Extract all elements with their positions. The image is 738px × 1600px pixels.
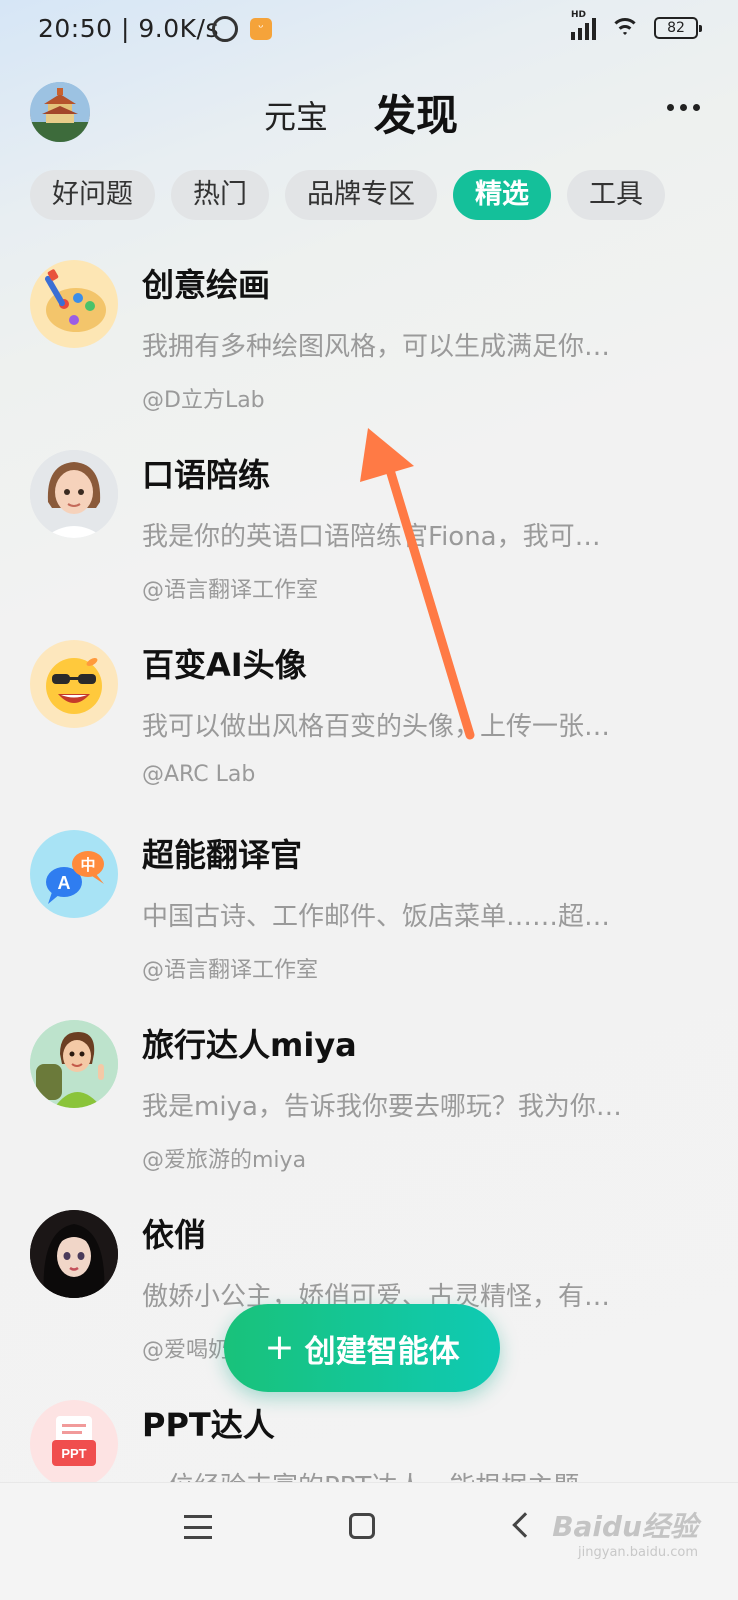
alarm-icon [212,16,238,42]
tab-tools[interactable]: 工具 [567,170,665,220]
item-description: 我可以做出风格百变的头像，上传一张… [142,712,611,742]
item-title: 旅行达人miya [142,1026,357,1064]
pagoda-avatar-icon [30,82,90,142]
tab-featured[interactable]: 精选 [453,170,551,220]
status-bar: 20:50 | 9.0K/s ᵕ HD 82 [0,0,738,64]
header: 元宝 发现 [0,78,738,144]
app-notification-icon: ᵕ [250,18,272,40]
list-item[interactable]: 旅行达人miya 我是miya，告诉我你要去哪玩？我为你… @爱旅游的miya [0,1018,738,1208]
list-item[interactable]: 创意绘画 我拥有多种绘图风格，可以生成满足你… @D立方Lab [0,258,738,448]
menu-icon[interactable] [184,1515,212,1539]
create-agent-button[interactable]: + 创建智能体 [224,1304,500,1392]
item-description: 我拥有多种绘图风格，可以生成满足你… [142,332,611,362]
more-icon[interactable] [667,104,700,111]
back-icon[interactable] [512,1512,538,1538]
item-author: @语言翻译工作室 [142,958,319,983]
signal-icon: HD [571,10,596,40]
battery-icon: 82 [654,17,702,39]
item-author: @爱喝奶 [142,1338,231,1363]
ppt-icon: PPT [30,1400,118,1488]
tab-good-questions[interactable]: 好问题 [30,170,155,220]
home-icon[interactable] [349,1513,375,1539]
tab-brand-zone[interactable]: 品牌专区 [285,170,437,220]
status-time: 20:50 | 9.0K/s [38,14,219,43]
item-title: 超能翻译官 [142,836,303,874]
item-title: 依俏 [142,1216,207,1254]
list-item[interactable]: 口语陪练 我是你的英语口语陪练官Fiona，我可… @语言翻译工作室 [0,448,738,638]
item-description: 我是miya，告诉我你要去哪玩？我为你… [142,1092,622,1122]
avatar[interactable] [30,82,90,142]
girl-avatar-icon [30,450,118,538]
svg-text:PPT: PPT [61,1446,86,1461]
wifi-icon [610,16,640,40]
yuanbao-label[interactable]: 元宝 [264,92,328,138]
item-title: 创意绘画 [142,266,271,304]
watermark: Baidu经验 jingyan.baidu.com [552,1510,698,1560]
system-nav-bar: Baidu经验 jingyan.baidu.com [0,1482,738,1600]
item-author: @D立方Lab [142,388,265,413]
sunglasses-emoji-icon [30,640,118,728]
item-title: 口语陪练 [142,456,271,494]
plus-icon: + [264,1327,295,1368]
item-author: @ARC Lab [142,762,256,787]
item-title: PPT达人 [142,1406,275,1444]
item-author: @爱旅游的miya [142,1148,307,1173]
list-item[interactable]: A 中 超能翻译官 中国古诗、工作邮件、饭店菜单……超… @语言翻译工作室 [0,828,738,1018]
translate-bubbles-icon: A 中 [30,830,118,918]
item-description: 我是你的英语口语陪练官Fiona，我可… [142,522,601,552]
princess-avatar-icon [30,1210,118,1298]
list-item[interactable]: 百变AI头像 我可以做出风格百变的头像，上传一张… @ARC Lab [0,638,738,828]
category-tabs: 好问题 热门 品牌专区 精选 工具 [30,170,665,220]
svg-text:中: 中 [80,856,95,874]
create-agent-label: 创建智能体 [304,1333,460,1370]
item-description: 中国古诗、工作邮件、饭店菜单……超… [142,902,611,932]
svg-text:A: A [58,873,71,893]
item-title: 百变AI头像 [142,646,307,684]
page-title: 发现 [374,91,459,140]
item-author: @语言翻译工作室 [142,578,319,603]
tab-hot[interactable]: 热门 [171,170,269,220]
traveler-avatar-icon [30,1020,118,1108]
palette-icon [30,260,118,348]
status-icons: HD 82 [571,10,702,40]
